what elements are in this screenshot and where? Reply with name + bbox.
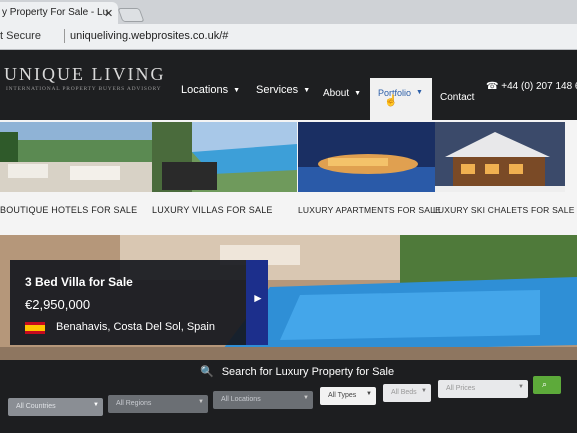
nav-services-label: Services [256, 84, 299, 96]
site-logo[interactable]: UNIQUE LIVING [4, 64, 165, 85]
property-location: Benahavis, Costa Del Sol, Spain [56, 321, 215, 333]
nav-locations[interactable]: Locations ▼ [181, 84, 240, 96]
chevron-down-icon: ▼ [518, 384, 524, 390]
caret-down-icon: ▼ [354, 90, 362, 97]
url-field[interactable]: uniqueliving.webprosites.co.uk/# [70, 30, 228, 42]
search-title-text: Search for Luxury Property for Sale [221, 366, 395, 378]
nav-contact-label: Contact [440, 92, 475, 103]
nav-locations-label: Locations [181, 84, 229, 96]
types-select-value: All Types [328, 392, 357, 399]
caret-down-icon: ▼ [303, 87, 311, 94]
featured-property-card[interactable]: 3 Bed Villa for Sale €2,950,000 Benahavi… [10, 260, 246, 345]
countries-select-value: All Countries [16, 403, 56, 410]
luxury-apartments-image[interactable] [298, 122, 435, 192]
phone-number[interactable]: ☎ +44 (0) 207 148 6480 [486, 81, 577, 92]
security-indicator[interactable]: t Secure [0, 30, 41, 42]
address-separator [64, 29, 65, 43]
nav-about-label: About [323, 88, 350, 99]
hand-cursor-icon: ☝ [384, 95, 398, 107]
countries-select[interactable]: All Countries ▼ [8, 398, 103, 416]
phone-number-text: +44 (0) 207 148 6480 [501, 81, 577, 92]
hero-banner: 3 Bed Villa for Sale €2,950,000 Benahavi… [0, 235, 577, 360]
beds-select[interactable]: All Beds ▼ [383, 384, 431, 402]
browser-tab[interactable]: y Property For Sale - Lu ✕ [0, 2, 118, 24]
property-title: 3 Bed Villa for Sale [25, 275, 133, 289]
new-tab-button[interactable] [117, 8, 145, 22]
chevron-right-icon: ► [252, 291, 264, 305]
nav-portfolio[interactable]: Portfolio ▼ ☝ [370, 78, 432, 120]
locations-select[interactable]: All Locations ▼ [213, 391, 313, 409]
chevron-down-icon: ▼ [366, 391, 372, 397]
search-title: 🔍 Search for Luxury Property for Sale [200, 365, 394, 378]
next-slide-button[interactable]: ► [246, 260, 268, 345]
chevron-down-icon: ▼ [421, 388, 427, 394]
address-bar: t Secure uniqueliving.webprosites.co.uk/… [0, 24, 577, 50]
locations-select-value: All Locations [221, 396, 261, 403]
site-header: UNIQUE LIVING INTERNATIONAL PROPERTY BUY… [0, 50, 577, 120]
search-submit-button[interactable]: ⌕ [533, 376, 561, 394]
nav-contact[interactable]: Contact [440, 92, 474, 103]
nav-services[interactable]: Services ▼ [256, 84, 310, 96]
phone-icon: ☎ [486, 81, 499, 92]
browser-tab-bar: y Property For Sale - Lu ✕ [0, 0, 577, 24]
category-strip: BOUTIQUE HOTELS FOR SALE LUXURY VILLAS F… [0, 120, 577, 235]
beds-select-value: All Beds [391, 389, 417, 396]
property-price: €2,950,000 [25, 297, 91, 312]
category-label-boutique-hotels[interactable]: BOUTIQUE HOTELS FOR SALE [0, 205, 137, 215]
property-search-bar: 🔍 Search for Luxury Property for Sale All… [0, 360, 577, 433]
types-select[interactable]: All Types ▼ [320, 387, 376, 405]
search-icon: 🔍 [200, 366, 214, 378]
prices-select[interactable]: All Prices ▼ [438, 380, 528, 398]
prices-select-value: All Prices [446, 385, 476, 392]
logo-tagline: INTERNATIONAL PROPERTY BUYERS ADVISORY [6, 86, 162, 92]
browser-tab-title: y Property For Sale - Lu [2, 7, 109, 18]
luxury-ski-chalets-image[interactable] [435, 122, 565, 192]
chevron-down-icon: ▼ [93, 402, 99, 408]
category-label-luxury-villas[interactable]: LUXURY VILLAS FOR SALE [152, 205, 273, 215]
category-label-luxury-apartments[interactable]: LUXURY APARTMENTS FOR SALE [298, 205, 441, 215]
boutique-hotels-image[interactable] [0, 122, 152, 192]
spain-flag-icon [25, 322, 45, 334]
chevron-down-icon: ▼ [303, 395, 309, 401]
nav-about[interactable]: About ▼ [323, 88, 361, 99]
luxury-villas-image[interactable] [152, 122, 297, 192]
regions-select-value: All Regions [116, 400, 152, 407]
category-label-luxury-ski-chalets[interactable]: LUXURY SKI CHALETS FOR SALE [433, 205, 575, 215]
regions-select[interactable]: All Regions ▼ [108, 395, 208, 413]
chevron-down-icon: ▼ [198, 399, 204, 405]
search-icon: ⌕ [542, 379, 548, 389]
caret-down-icon: ▼ [233, 87, 241, 94]
close-tab-icon[interactable]: ✕ [104, 7, 113, 20]
caret-down-icon: ▼ [416, 89, 423, 96]
